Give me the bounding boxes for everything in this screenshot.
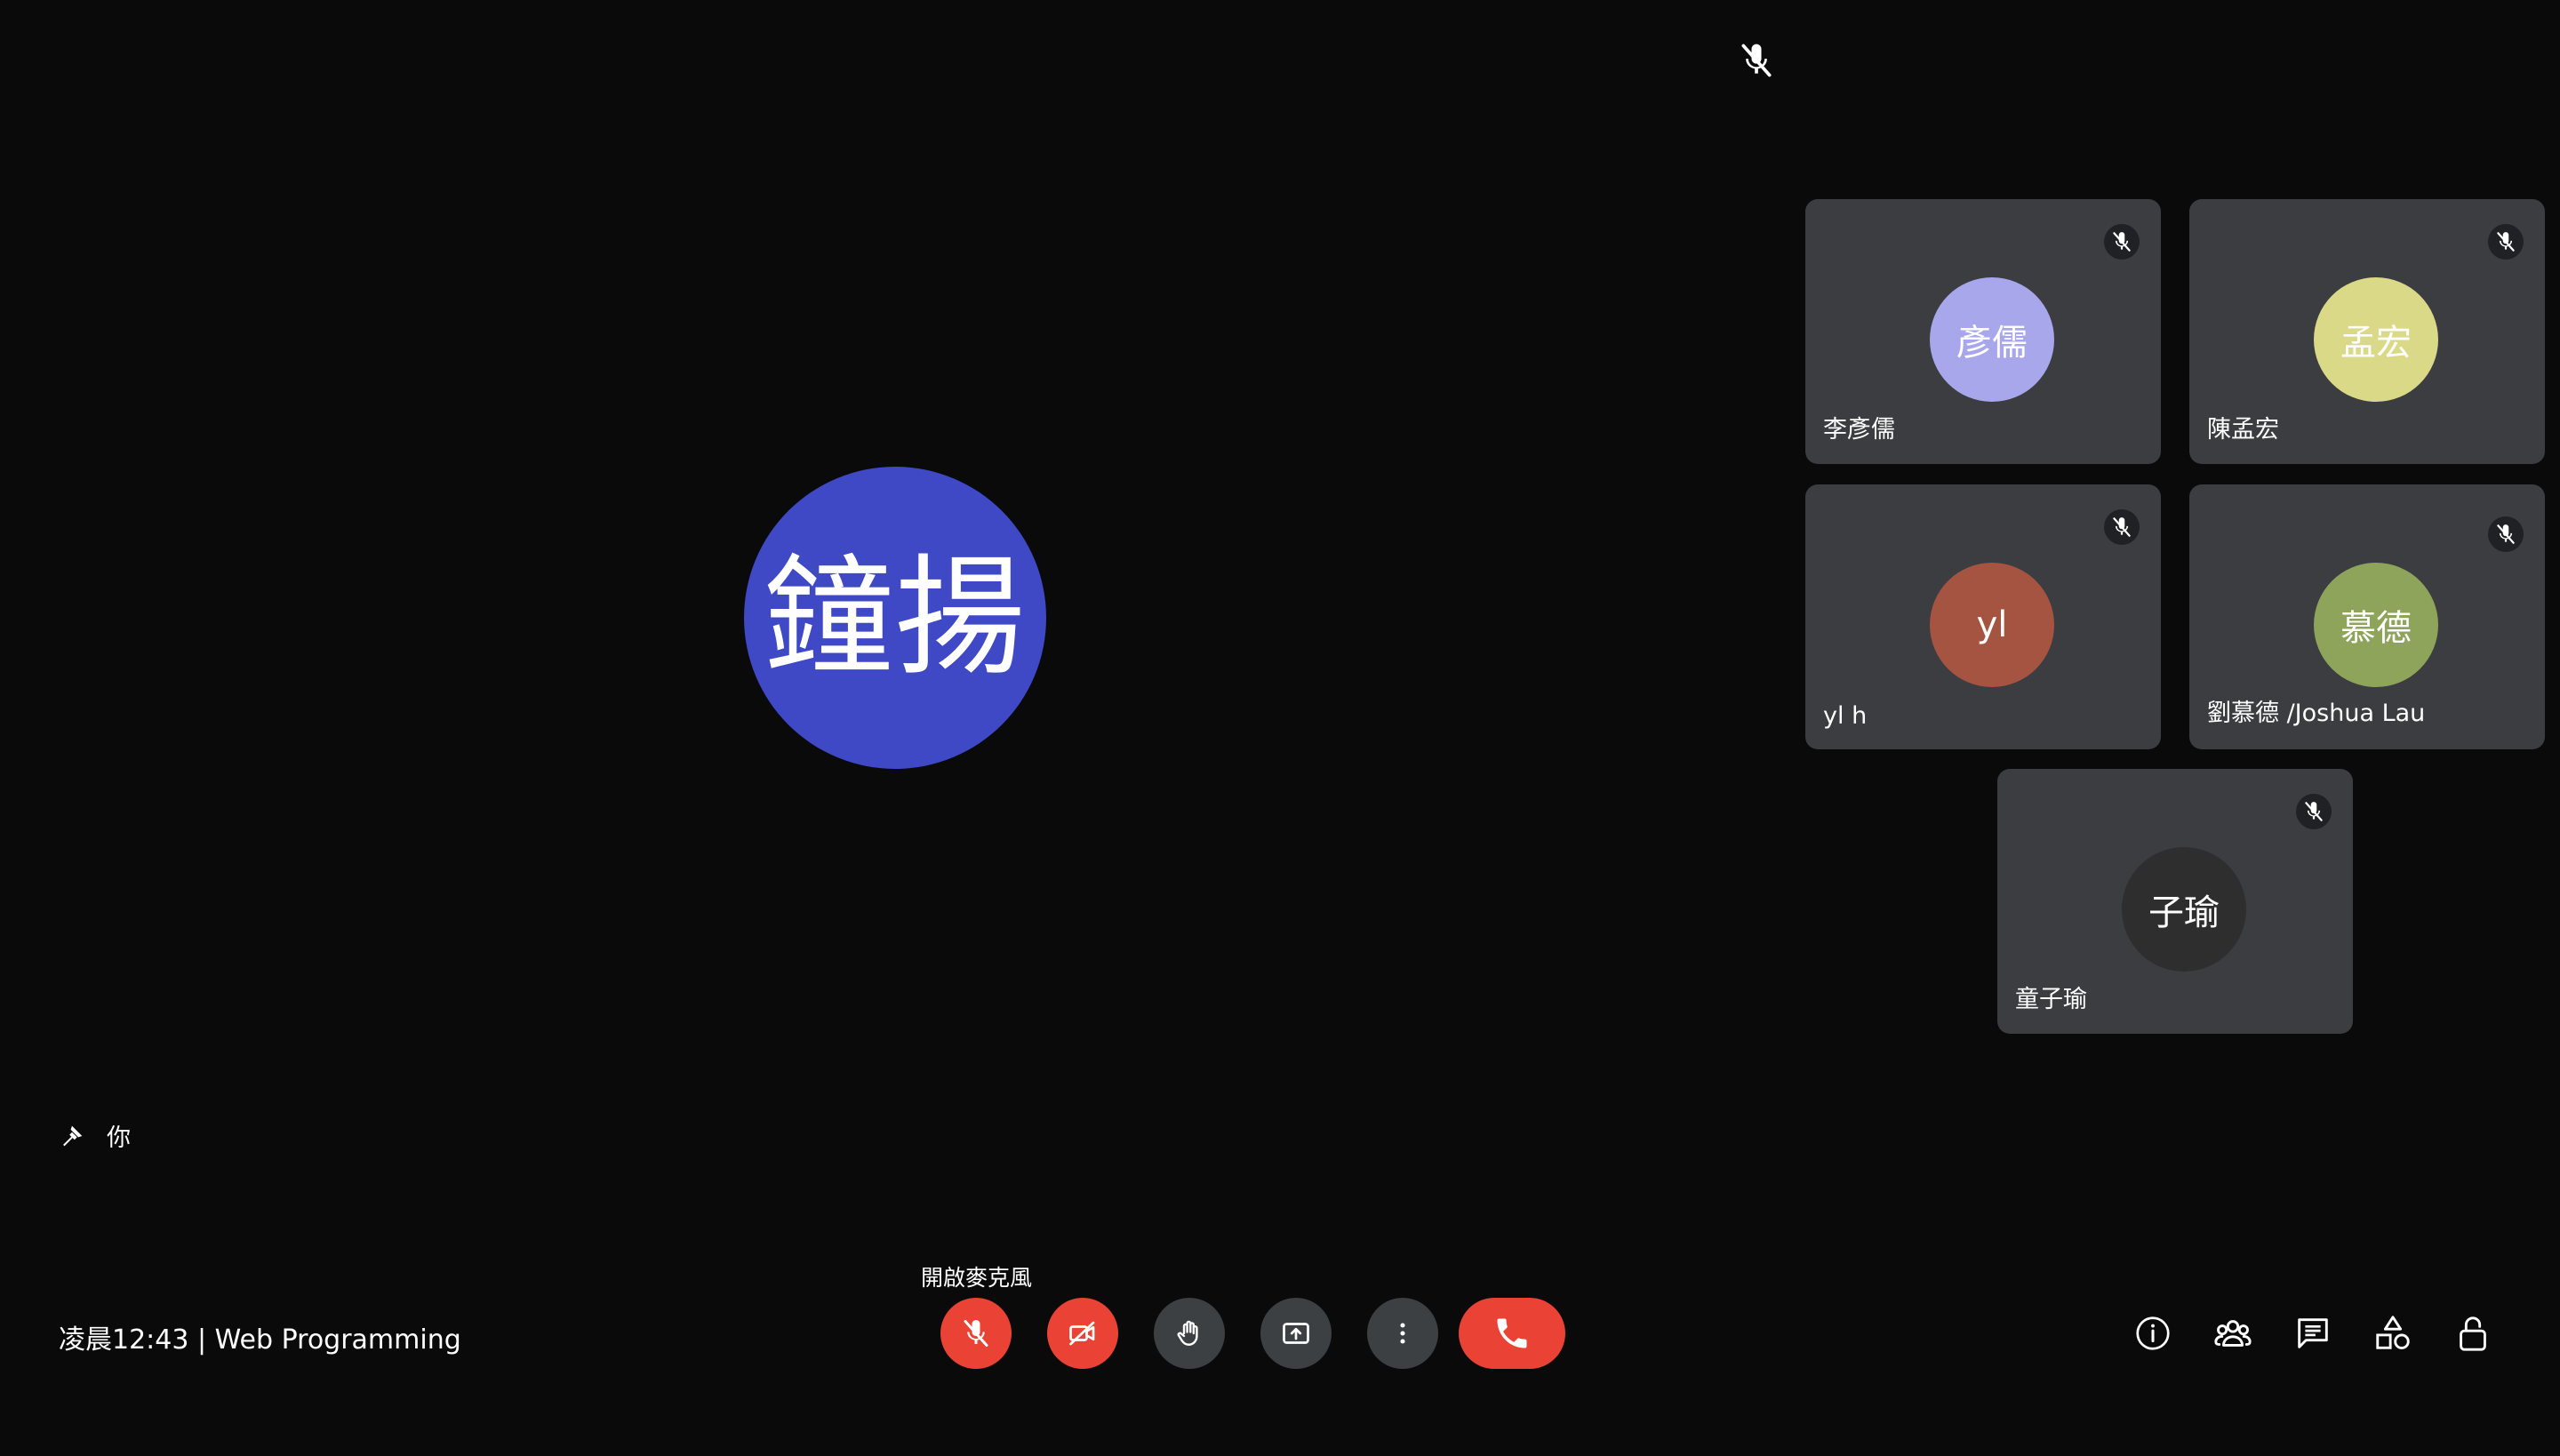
raise-hand-button[interactable] bbox=[1154, 1298, 1225, 1369]
people-button[interactable] bbox=[2206, 1307, 2260, 1360]
pin-icon[interactable] bbox=[57, 1121, 87, 1151]
self-avatar: 鐘揚 bbox=[744, 467, 1046, 769]
activities-button[interactable] bbox=[2366, 1307, 2420, 1360]
participant-name: 童子瑜 bbox=[2015, 986, 2087, 1013]
participant-avatar: 子瑜 bbox=[2122, 847, 2246, 972]
participant-avatar: 慕德 bbox=[2314, 563, 2438, 687]
phone-hangup-icon bbox=[1497, 1318, 1527, 1348]
meeting-details-button[interactable] bbox=[2126, 1307, 2180, 1360]
participant-name: 李彥儒 bbox=[1823, 416, 1895, 444]
mic-off-icon bbox=[2296, 794, 2332, 829]
participant-initials: 慕德 bbox=[2340, 608, 2412, 649]
present-screen-icon bbox=[1283, 1323, 1309, 1344]
lock-icon bbox=[2460, 1316, 2486, 1351]
more-options-button[interactable] bbox=[1367, 1298, 1438, 1369]
self-name-label: 你 bbox=[57, 1118, 131, 1153]
info-icon bbox=[2136, 1316, 2170, 1350]
meeting-info: 凌晨12:43 | Web Programming bbox=[59, 1324, 461, 1356]
participant-name: yl h bbox=[1823, 702, 1868, 730]
camera-off-icon bbox=[1069, 1321, 1095, 1346]
mic-off-icon bbox=[2104, 224, 2140, 260]
host-controls-button[interactable] bbox=[2446, 1307, 2500, 1360]
participant-tile[interactable]: 彥儒 李彥儒 bbox=[1805, 199, 2161, 464]
participant-initials: 彥儒 bbox=[1956, 323, 2028, 364]
mic-tooltip: 開啟麥克風 bbox=[921, 1265, 1033, 1291]
participant-tile[interactable]: 慕德 劉慕德 /Joshua Lau bbox=[2189, 484, 2545, 749]
participant-tile[interactable]: yl yl h bbox=[1805, 484, 2161, 749]
mic-off-icon bbox=[960, 1317, 992, 1349]
self-label: 你 bbox=[107, 1124, 131, 1152]
self-avatar-text: 鐘揚 bbox=[764, 542, 1027, 693]
present-screen-button[interactable] bbox=[1260, 1298, 1332, 1369]
people-icon bbox=[2214, 1320, 2252, 1347]
mic-off-icon bbox=[2104, 509, 2140, 545]
hand-icon bbox=[1177, 1320, 1198, 1346]
participant-avatar: yl bbox=[1930, 563, 2054, 687]
mic-off-icon bbox=[2488, 224, 2524, 260]
mic-off-icon bbox=[2488, 516, 2524, 552]
camera-toggle-button[interactable] bbox=[1047, 1298, 1118, 1369]
participant-initials: yl bbox=[1976, 604, 2008, 645]
participant-name: 陳孟宏 bbox=[2207, 416, 2279, 444]
participant-initials: 子瑜 bbox=[2148, 892, 2220, 933]
activities-icon bbox=[2376, 1316, 2410, 1349]
participant-avatar: 彥儒 bbox=[1930, 277, 2054, 402]
chat-button[interactable] bbox=[2286, 1307, 2340, 1360]
more-vert-icon bbox=[1400, 1323, 1405, 1344]
end-call-button[interactable] bbox=[1459, 1298, 1565, 1369]
participant-name: 劉慕德 /Joshua Lau bbox=[2207, 700, 2426, 727]
participant-initials: 孟宏 bbox=[2340, 323, 2412, 364]
participant-tile[interactable]: 子瑜 童子瑜 bbox=[1997, 769, 2353, 1034]
microphone-toggle-button[interactable] bbox=[940, 1298, 1012, 1369]
self-mic-off-icon bbox=[1737, 41, 1776, 80]
chat-icon bbox=[2298, 1318, 2328, 1348]
participant-tile[interactable]: 孟宏 陳孟宏 bbox=[2189, 199, 2545, 464]
participant-avatar: 孟宏 bbox=[2314, 277, 2438, 402]
